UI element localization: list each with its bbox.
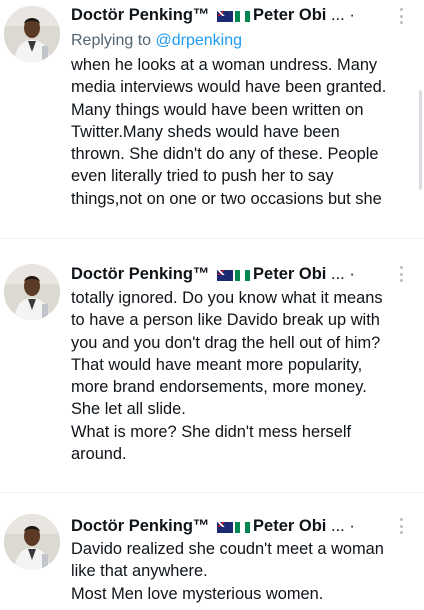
- tweet-text-line: like that anywhere.: [71, 562, 208, 581]
- truncation-ellipsis: ...: [330, 517, 345, 535]
- profile-photo-icon: [4, 514, 60, 570]
- nigeria-flag-icon: [235, 522, 251, 533]
- separator-dot: ·: [349, 517, 355, 535]
- tweet-header: Doctör Penking™ Peter Obi ... ·: [71, 263, 355, 285]
- tweet-text-line: media interviews would have been granted…: [71, 78, 387, 97]
- australia-flag-icon: [217, 270, 234, 281]
- more-options-icon[interactable]: [398, 8, 404, 24]
- australia-flag-icon: [217, 11, 234, 22]
- scrollbar[interactable]: [419, 90, 422, 190]
- truncation-ellipsis: ...: [330, 6, 345, 24]
- mention-link[interactable]: @drpenking: [156, 32, 243, 49]
- tweet-text: Davido realized she coudn't meet a woman…: [71, 538, 411, 605]
- profile-photo-icon: [4, 264, 60, 320]
- tweet-text-line: when he looks at a woman undress. Many: [71, 56, 378, 74]
- tweet-text-line: What is more? She didn't mess herself: [71, 422, 352, 441]
- flag-emojis: [217, 265, 253, 287]
- tweet-text-line: even literally tried to push her to say: [71, 167, 334, 186]
- tweet-text-line: That would have meant more popularity,: [71, 355, 363, 374]
- avatar[interactable]: [4, 514, 60, 570]
- tweet-text-line: She let all slide.: [71, 400, 186, 419]
- more-options-icon[interactable]: [398, 518, 404, 534]
- replying-to: Replying to @drpenking: [71, 30, 242, 52]
- more-options-icon[interactable]: [398, 266, 404, 282]
- replying-prefix: Replying to: [71, 32, 152, 49]
- author-display-suffix[interactable]: Peter Obi: [253, 265, 326, 283]
- separator-dot: ·: [349, 6, 355, 24]
- tweet-text-line: Davido realized she coudn't meet a woman: [71, 540, 384, 558]
- nigeria-flag-icon: [235, 270, 251, 281]
- flag-emojis: [217, 517, 253, 539]
- tweet-header: Doctör Penking™ Peter Obi ... ·: [71, 515, 355, 537]
- australia-flag-icon: [217, 522, 234, 533]
- tweet-text-line: to have a person like Davido break up wi…: [71, 311, 380, 330]
- tweet-text-line: Twitter.Many sheds would have been: [71, 122, 340, 141]
- tweet-text-line: around.: [71, 445, 127, 464]
- tweet-text: totally ignored. Do you know what it mea…: [71, 287, 411, 465]
- separator-dot: ·: [349, 265, 355, 283]
- author-display-suffix[interactable]: Peter Obi: [253, 517, 326, 535]
- profile-photo-icon: [4, 6, 60, 62]
- author-name[interactable]: Doctör Penking™: [71, 6, 209, 24]
- avatar[interactable]: [4, 264, 60, 320]
- truncation-ellipsis: ...: [330, 265, 345, 283]
- avatar[interactable]: [4, 6, 60, 62]
- tweet-text-line: totally ignored. Do you know what it mea…: [71, 289, 383, 307]
- tweet-text-line: you and you don't drag the hell out of h…: [71, 333, 381, 352]
- tweet-text-line: Many things would have been written on: [71, 100, 364, 119]
- tweet-text-line: things,not on one or two occasions but s…: [71, 189, 382, 208]
- tweet-text-line: thrown. She didn't do any of these. Peop…: [71, 145, 379, 164]
- divider: [0, 492, 424, 493]
- tweet-text-line: Most Men love mysterious women.: [71, 584, 324, 603]
- tweet-text: when he looks at a woman undress. Many m…: [71, 54, 411, 210]
- tweet-text-line: more brand endorsements, more money.: [71, 378, 367, 397]
- tweet-header: Doctör Penking™ Peter Obi ... ·: [71, 4, 355, 26]
- author-name[interactable]: Doctör Penking™: [71, 517, 209, 535]
- flag-emojis: [217, 6, 253, 28]
- author-display-suffix[interactable]: Peter Obi: [253, 6, 326, 24]
- divider: [0, 238, 424, 239]
- author-name[interactable]: Doctör Penking™: [71, 265, 209, 283]
- nigeria-flag-icon: [235, 11, 251, 22]
